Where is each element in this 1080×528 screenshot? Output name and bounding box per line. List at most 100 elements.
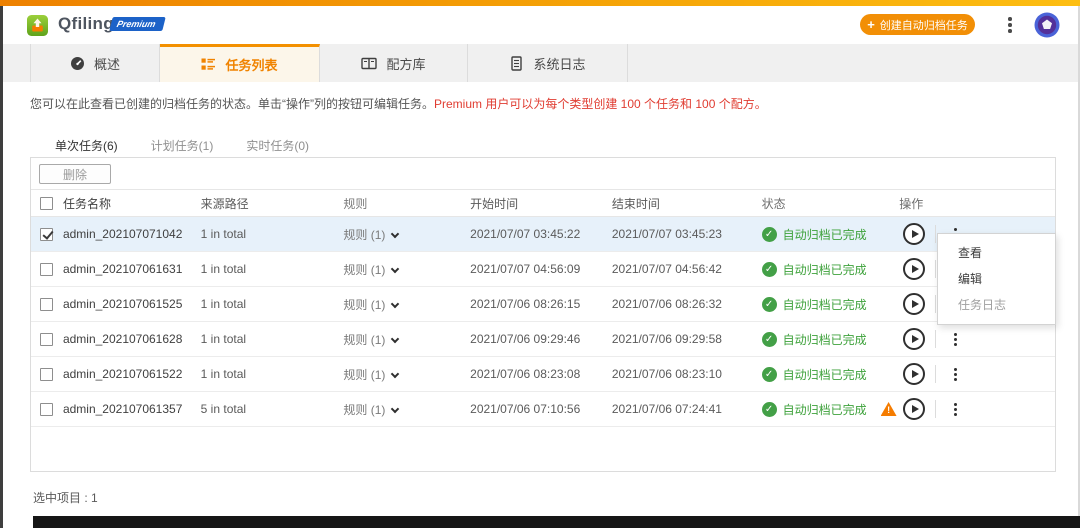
tab-label: 任务列表 bbox=[225, 58, 278, 73]
recipe-book-icon bbox=[361, 57, 378, 69]
check-circle-icon: ✓ bbox=[761, 226, 777, 242]
rule-dropdown[interactable]: 规则 (1) bbox=[343, 366, 470, 383]
delete-button[interactable]: 删除 bbox=[39, 164, 111, 184]
row-checkbox[interactable] bbox=[40, 332, 54, 346]
description-text: 您可以在此查看已创建的归档任务的状态。单击“操作”列的按钮可编辑任务。 bbox=[30, 97, 434, 111]
user-avatar-icon[interactable] bbox=[1034, 12, 1060, 38]
play-icon[interactable] bbox=[903, 293, 926, 315]
table-row: admin_202107061525 1 in total 规则 (1) 202… bbox=[31, 287, 1055, 322]
table-row: admin_202107061631 1 in total 规则 (1) 202… bbox=[31, 252, 1055, 287]
row-checkbox[interactable] bbox=[40, 262, 54, 276]
rule-dropdown[interactable]: 规则 (1) bbox=[343, 226, 470, 243]
rule-label: 规则 (1) bbox=[343, 227, 386, 242]
menu-item-task-log[interactable]: 任务日志 bbox=[938, 292, 1055, 318]
start-time-cell: 2021/07/07 04:56:09 bbox=[470, 262, 581, 276]
end-time-cell: 2021/07/06 08:26:32 bbox=[611, 297, 722, 311]
row-kebab-menu-icon[interactable] bbox=[948, 398, 962, 420]
chevron-down-icon bbox=[391, 264, 400, 273]
end-time-cell: 2021/07/06 09:29:58 bbox=[611, 332, 722, 346]
table-header-row: 任务名称 来源路径 规则 开始时间 结束时间 状态 操作 bbox=[31, 189, 1055, 217]
rule-dropdown[interactable]: 规则 (1) bbox=[343, 401, 470, 418]
app-title: Qfiling bbox=[58, 14, 114, 33]
menu-item-edit[interactable]: 编辑 bbox=[938, 266, 1055, 292]
source-path-cell: 1 in total bbox=[200, 332, 247, 346]
tab-recipe-library[interactable]: 配方库 bbox=[320, 44, 468, 82]
qfiling-logo-icon bbox=[27, 15, 48, 36]
chevron-down-icon bbox=[391, 229, 400, 238]
status-cell: ✓ 自动归档已完成 bbox=[761, 261, 900, 278]
plus-icon: + bbox=[867, 17, 875, 32]
gauge-icon bbox=[70, 56, 84, 70]
play-icon[interactable] bbox=[903, 363, 926, 385]
source-path-cell: 1 in total bbox=[200, 262, 247, 276]
row-checkbox[interactable] bbox=[40, 297, 54, 311]
check-circle-icon: ✓ bbox=[761, 401, 777, 417]
status-cell: ✓ 自动归档已完成 bbox=[761, 331, 900, 348]
app-header: Qfiling Premium + 创建自动归档任务 bbox=[3, 6, 1078, 44]
source-path-cell: 1 in total bbox=[200, 227, 247, 241]
premium-limit-note: Premium 用户可以为每个类型创建 100 个任务和 100 个配方。 bbox=[434, 97, 767, 111]
play-icon[interactable] bbox=[903, 258, 926, 280]
row-kebab-menu-icon[interactable] bbox=[948, 363, 962, 385]
window-bottom-strip bbox=[33, 516, 1080, 528]
tab-label: 概述 bbox=[93, 56, 120, 72]
action-cell bbox=[899, 398, 1055, 420]
rule-dropdown[interactable]: 规则 (1) bbox=[343, 261, 470, 278]
rule-dropdown[interactable]: 规则 (1) bbox=[343, 296, 470, 313]
status-text: 自动归档已完成 bbox=[782, 367, 867, 382]
task-list-icon bbox=[201, 58, 216, 70]
start-time-cell: 2021/07/06 08:26:15 bbox=[470, 297, 581, 311]
column-header-source-path: 来源路径 bbox=[200, 196, 249, 211]
play-icon[interactable] bbox=[903, 398, 926, 420]
row-kebab-menu-icon[interactable] bbox=[948, 328, 962, 350]
status-cell: ✓ 自动归档已完成 bbox=[761, 366, 900, 383]
row-checkbox[interactable] bbox=[40, 227, 54, 241]
source-path-cell: 1 in total bbox=[200, 367, 247, 381]
create-archive-task-button[interactable]: + 创建自动归档任务 bbox=[860, 14, 975, 35]
end-time-cell: 2021/07/07 03:45:23 bbox=[611, 227, 722, 241]
status-cell: ✓ 自动归档已完成 ! bbox=[761, 401, 900, 418]
check-circle-icon: ✓ bbox=[761, 366, 777, 382]
tab-system-log[interactable]: 系统日志 bbox=[468, 44, 628, 82]
warning-triangle-icon[interactable]: ! bbox=[880, 402, 897, 416]
status-cell: ✓ 自动归档已完成 bbox=[761, 226, 900, 243]
source-path-cell: 1 in total bbox=[200, 297, 247, 311]
task-name-cell: admin_202107061357 bbox=[62, 402, 183, 416]
play-icon[interactable] bbox=[903, 328, 926, 350]
end-time-cell: 2021/07/06 07:24:41 bbox=[611, 402, 722, 416]
status-text: 自动归档已完成 bbox=[782, 332, 867, 347]
play-icon[interactable] bbox=[903, 223, 926, 245]
column-header-rule: 规则 bbox=[343, 196, 368, 211]
select-all-checkbox[interactable] bbox=[40, 196, 54, 210]
tab-task-list[interactable]: 任务列表 bbox=[160, 44, 320, 82]
check-circle-icon: ✓ bbox=[761, 296, 777, 312]
column-header-end-time: 结束时间 bbox=[611, 196, 660, 211]
header-kebab-menu-icon[interactable] bbox=[1002, 15, 1018, 35]
task-table-panel: 删除 任务名称 来源路径 规则 开始时间 结束时间 状态 操作 admin_20… bbox=[30, 157, 1056, 472]
start-time-cell: 2021/07/06 09:29:46 bbox=[470, 332, 581, 346]
action-divider bbox=[935, 400, 937, 418]
table-row: admin_202107061628 1 in total 规则 (1) 202… bbox=[31, 322, 1055, 357]
menu-item-view[interactable]: 查看 bbox=[938, 240, 1055, 266]
log-document-icon bbox=[511, 55, 523, 71]
row-checkbox[interactable] bbox=[40, 367, 54, 381]
tab-overview[interactable]: 概述 bbox=[30, 44, 160, 82]
task-name-cell: admin_202107061631 bbox=[62, 262, 183, 276]
start-time-cell: 2021/07/07 03:45:22 bbox=[470, 227, 581, 241]
check-circle-icon: ✓ bbox=[761, 331, 777, 347]
rule-dropdown[interactable]: 规则 (1) bbox=[343, 331, 470, 348]
row-checkbox[interactable] bbox=[40, 402, 54, 416]
column-header-action: 操作 bbox=[899, 196, 924, 211]
chevron-down-icon bbox=[391, 334, 400, 343]
status-text: 自动归档已完成 bbox=[782, 402, 867, 417]
status-cell: ✓ 自动归档已完成 bbox=[761, 296, 900, 313]
action-cell bbox=[899, 363, 1055, 385]
status-text: 自动归档已完成 bbox=[782, 297, 867, 312]
table-row: admin_202107071042 1 in total 规则 (1) 202… bbox=[31, 217, 1055, 252]
rule-label: 规则 (1) bbox=[343, 367, 386, 382]
task-name-cell: admin_202107061525 bbox=[62, 297, 183, 311]
page-description: 您可以在此查看已创建的归档任务的状态。单击“操作”列的按钮可编辑任务。Premi… bbox=[30, 95, 767, 112]
task-name-cell: admin_202107061522 bbox=[62, 367, 183, 381]
rule-label: 规则 (1) bbox=[343, 297, 386, 312]
window-left-edge bbox=[0, 6, 3, 528]
